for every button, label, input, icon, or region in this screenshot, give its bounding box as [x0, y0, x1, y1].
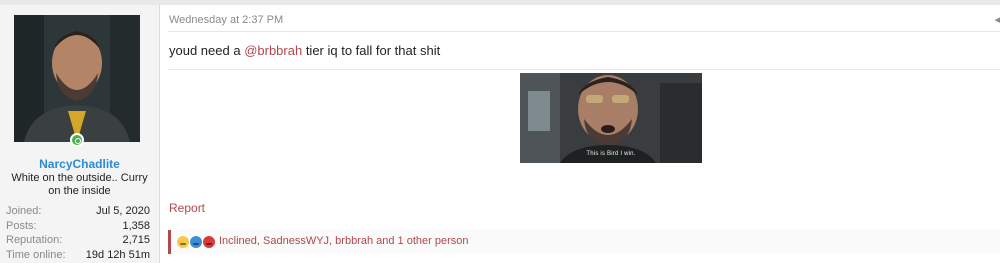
embedded-gif[interactable]: This is Bird I win. [520, 73, 702, 163]
laugh-reaction-icon [176, 235, 190, 249]
user-title: White on the outside.. Curry on the insi… [11, 172, 148, 197]
user-sidebar: NarcyChadlite White on the outside.. Cur… [0, 5, 160, 263]
stat-value: 1,358 [122, 219, 150, 232]
post-date-link[interactable]: Wednesday at 2:37 PM [169, 14, 283, 26]
stat-posts: Posts: 1,358 [6, 219, 150, 234]
gif-caption: This is Bird I win. [586, 151, 636, 157]
message-text: tier iq to fall for that shit [302, 43, 441, 58]
post-body: Wednesday at 2:37 PM ◂ youd need a @brbb… [160, 5, 1000, 263]
share-icon[interactable]: ◂ [994, 13, 1000, 26]
divider [168, 31, 1000, 32]
user-avatar[interactable] [14, 15, 140, 142]
user-mention-link[interactable]: @brbbrah [244, 43, 302, 58]
username-link[interactable]: NarcyChadlite [0, 157, 159, 171]
stat-label: Reputation: [6, 234, 63, 246]
angry-reaction-icon [202, 235, 216, 249]
reaction-icons [176, 235, 216, 249]
reactions-summary-link[interactable]: Inclined, SadnessWYJ, brbbrah and 1 othe… [219, 235, 468, 247]
divider [168, 69, 1000, 70]
reactions-bar[interactable]: Inclined, SadnessWYJ, brbbrah and 1 othe… [168, 230, 1000, 254]
stat-reputation: Reputation: 2,715 [6, 233, 150, 248]
stat-value: 19d 12h 51m [85, 248, 150, 261]
cool-reaction-icon [189, 235, 203, 249]
stat-time-online: Time online: 19d 12h 51m [6, 248, 150, 263]
gif-frame-image [520, 73, 702, 163]
stat-joined: Joined: Jul 5, 2020 [6, 204, 150, 219]
stat-value: 2,715 [122, 234, 150, 246]
post-container: NarcyChadlite White on the outside.. Cur… [0, 0, 1000, 263]
stat-label: Joined: [6, 205, 42, 217]
stat-label: Posts: [6, 219, 37, 232]
user-stats: Joined: Jul 5, 2020 Posts: 1,358 Reputat… [6, 204, 150, 262]
report-link[interactable]: Report [169, 201, 205, 215]
stat-label: Time online: [6, 248, 66, 261]
post-message: youd need a @brbbrah tier iq to fall for… [169, 43, 440, 58]
message-text: youd need a [169, 43, 245, 58]
stat-value: Jul 5, 2020 [96, 205, 150, 217]
online-status-icon [70, 133, 84, 147]
avatar-image [14, 15, 140, 142]
